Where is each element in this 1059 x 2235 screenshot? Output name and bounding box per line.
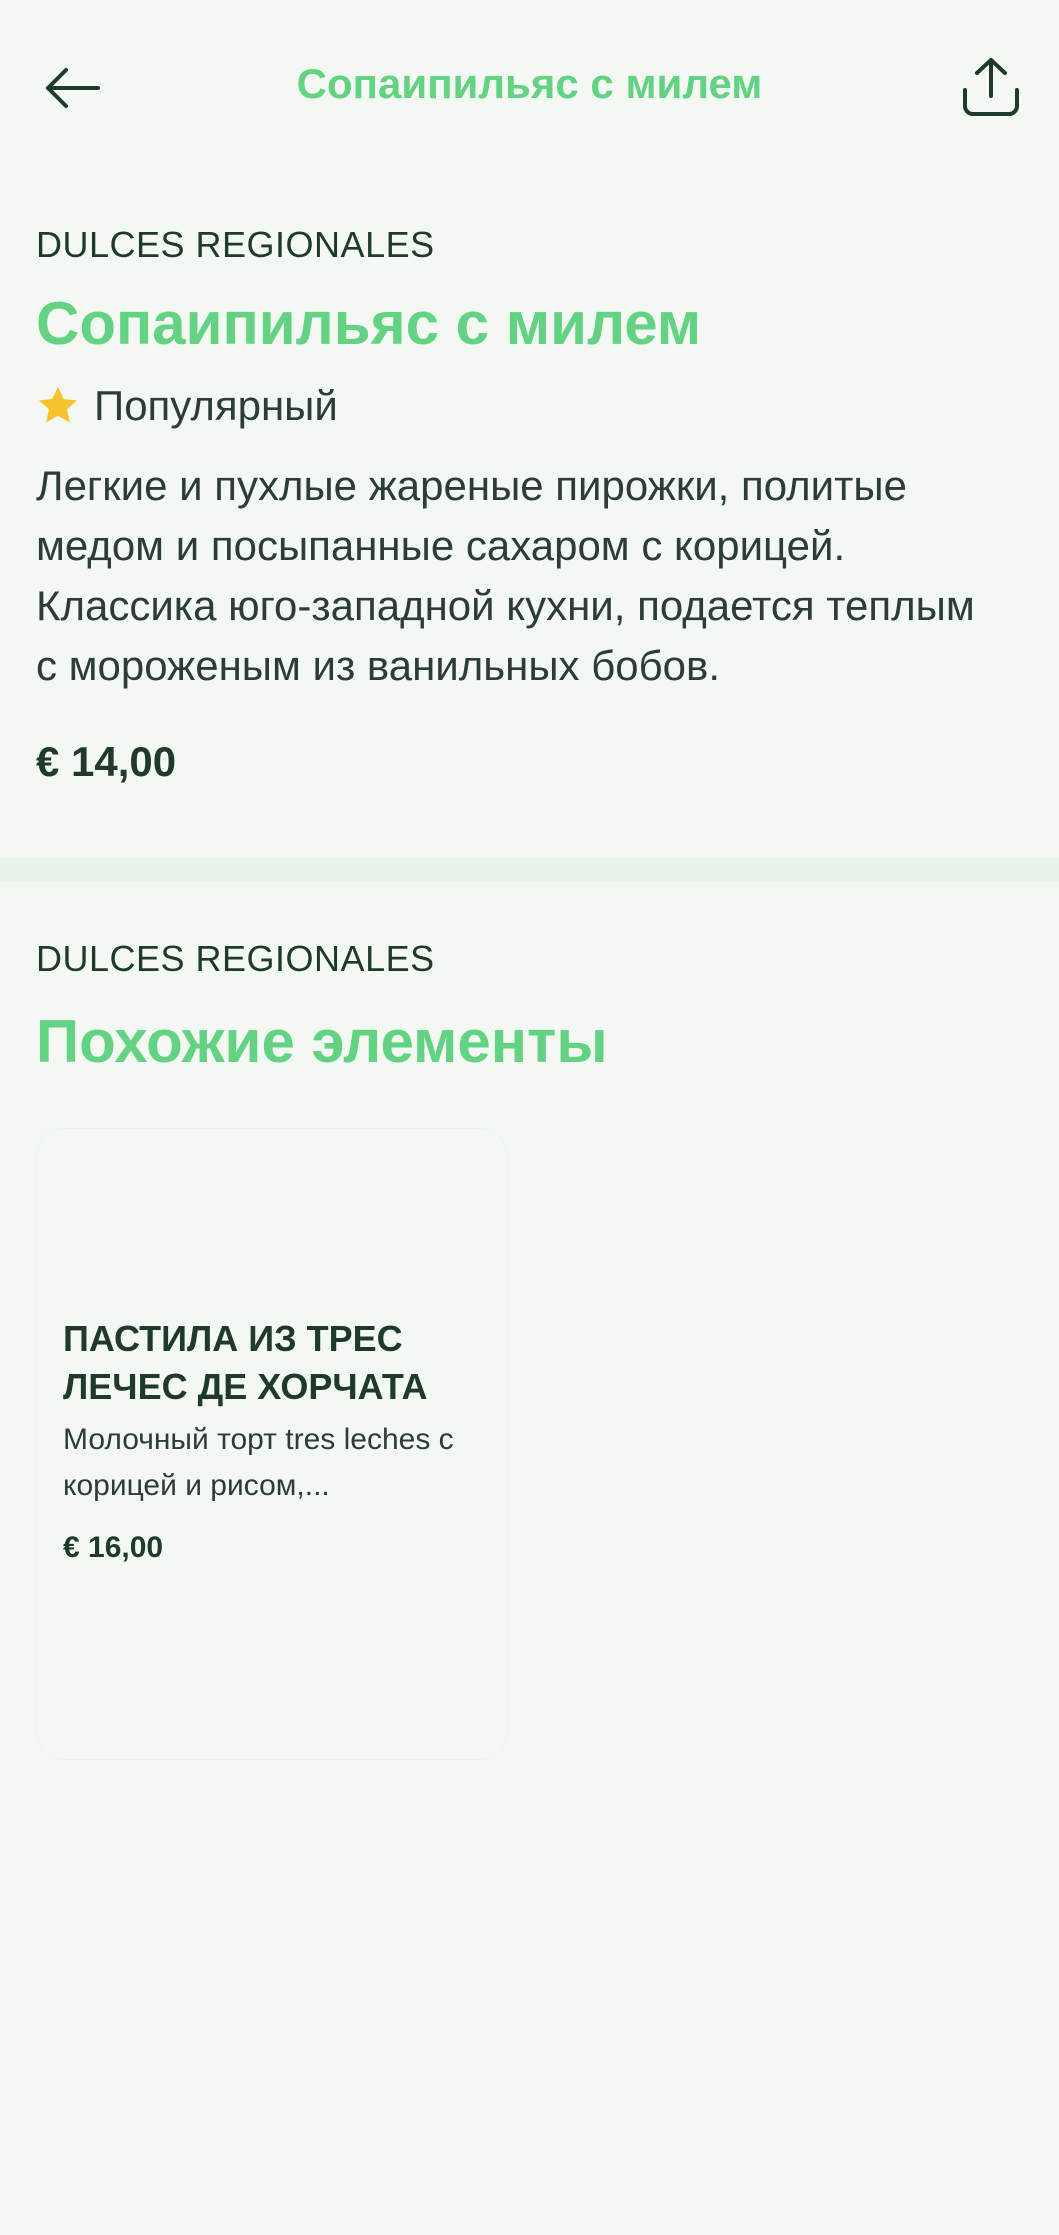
similar-category: DULCES REGIONALES <box>36 938 435 979</box>
similar-items-section: DULCES REGIONALES Похожие элементы <box>36 936 1016 1080</box>
share-icon <box>963 58 1019 116</box>
header-title: Сопаипильяс с милем <box>296 60 763 107</box>
arrow-left-icon <box>46 68 100 108</box>
item-category: DULCES REGIONALES <box>36 224 435 265</box>
item-price: € 14,00 <box>36 738 177 785</box>
section-divider <box>0 858 1059 882</box>
top-bar: Сопаипильяс с милем <box>0 0 1059 170</box>
item-description: Легкие и пухлые жареные пирожки, политые… <box>36 462 975 689</box>
badge-label: Популярный <box>94 382 338 429</box>
item-detail: DULCES REGIONALES Сопаипильяс с милем По… <box>36 222 996 786</box>
similar-item-price: € 16,00 <box>63 1531 164 1564</box>
back-button[interactable] <box>36 52 108 124</box>
similar-title: Похожие элементы <box>36 1008 608 1075</box>
item-title: Сопаипильяс с милем <box>36 290 702 357</box>
popular-badge: Популярный <box>36 378 996 434</box>
similar-item-description: Молочный торт tres leches с корицей и ри… <box>63 1423 454 1502</box>
similar-item-name: ПАСТИЛА ИЗ ТРЕС ЛЕЧЕС ДЕ ХОРЧАТА <box>63 1318 428 1407</box>
similar-item-card[interactable]: ПАСТИЛА ИЗ ТРЕС ЛЕЧЕС ДЕ ХОРЧАТА Молочны… <box>36 1128 508 1760</box>
share-button[interactable] <box>953 48 1029 124</box>
star-icon <box>38 386 78 423</box>
